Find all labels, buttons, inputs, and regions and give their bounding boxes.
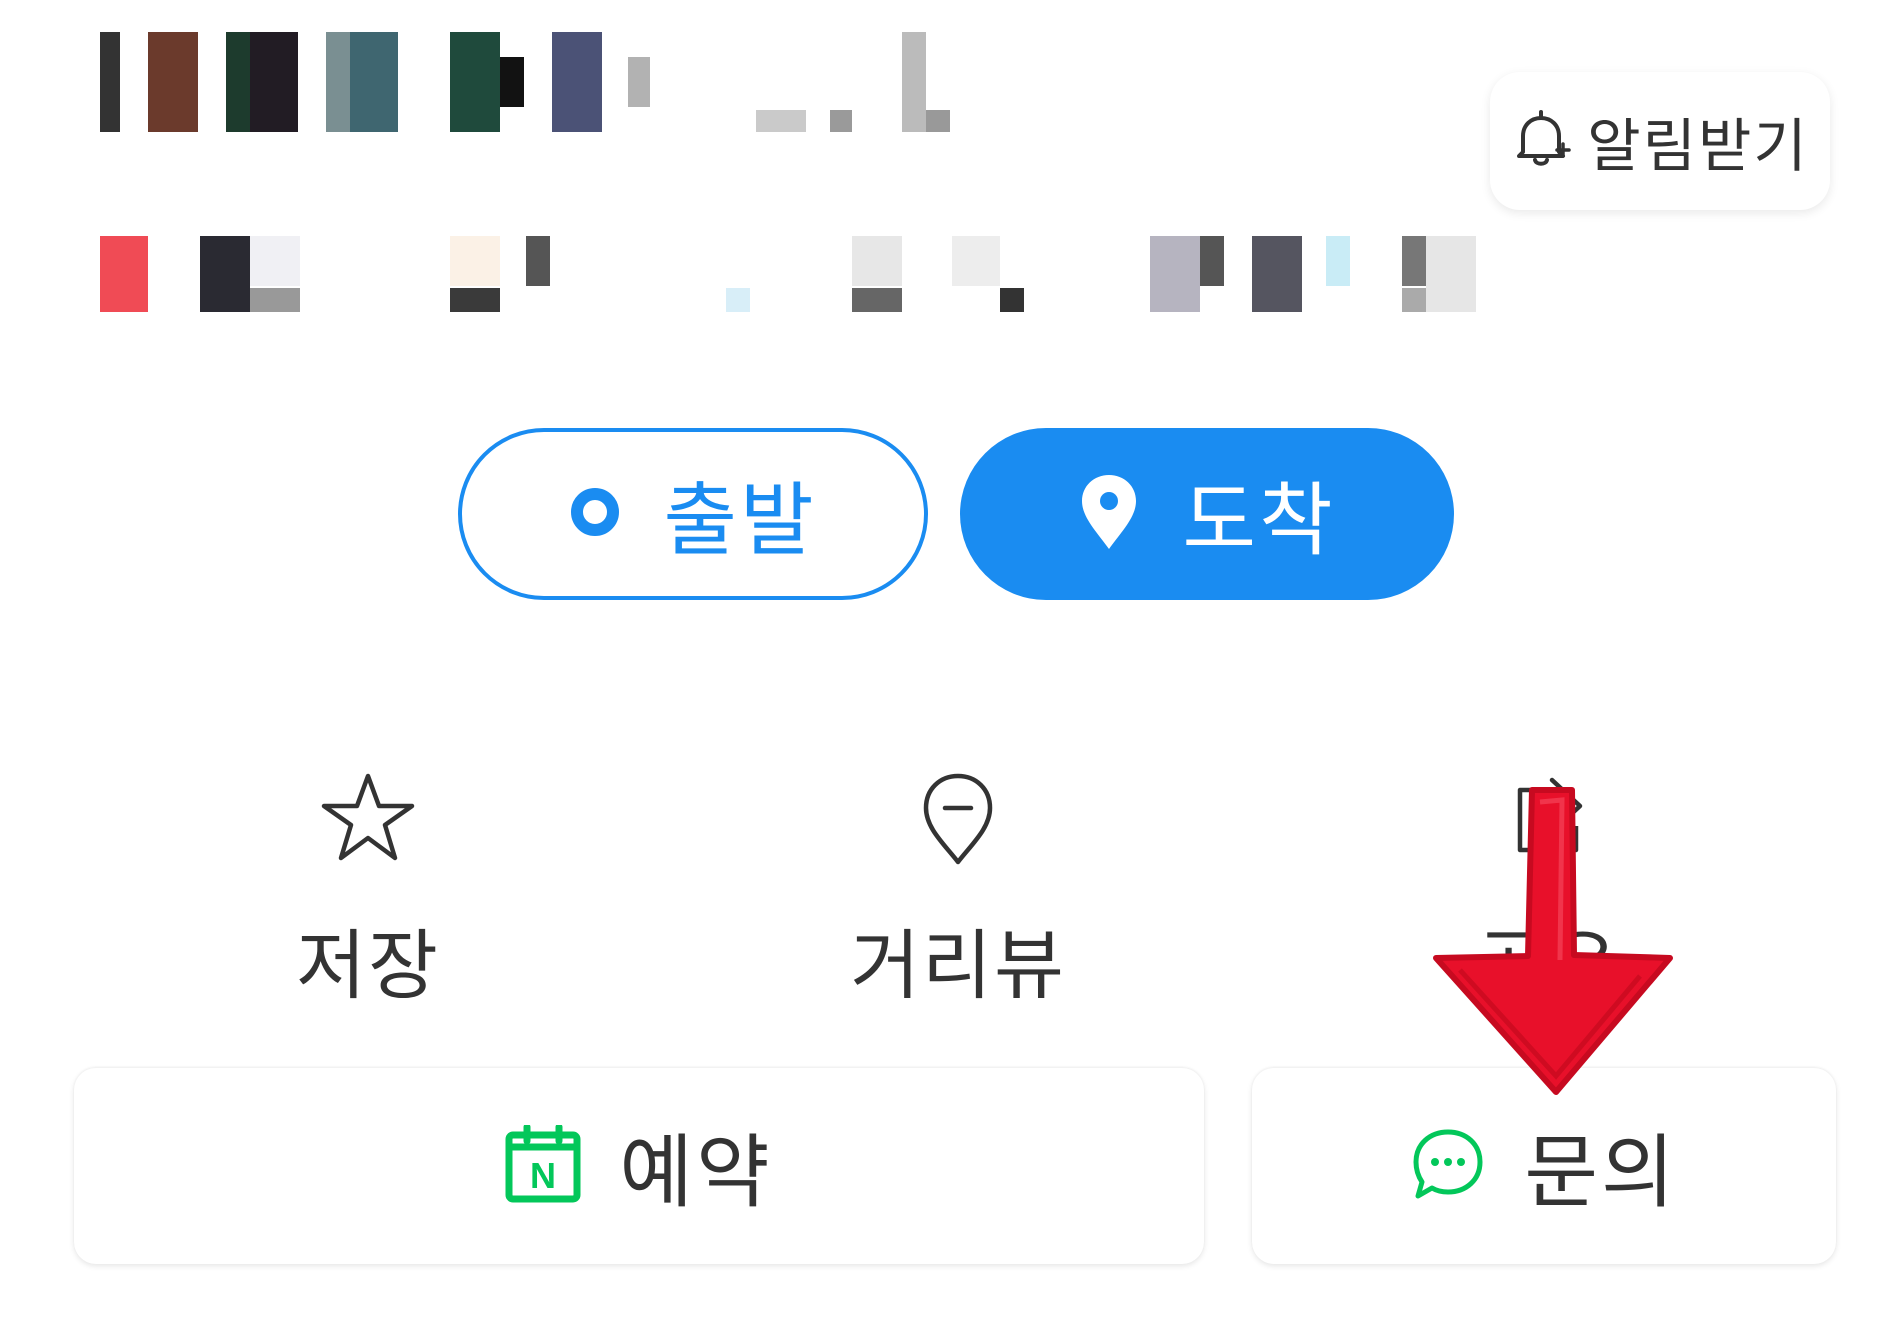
bell-icon bbox=[1511, 106, 1572, 176]
star-icon bbox=[320, 770, 416, 870]
street-view-button[interactable]: 거리뷰 bbox=[798, 770, 1118, 1010]
share-icon bbox=[1500, 770, 1596, 870]
share-label: 공유 bbox=[1476, 921, 1620, 1010]
route-start-label: 출발 bbox=[663, 474, 817, 567]
origin-dot-icon bbox=[569, 486, 621, 542]
route-start-button[interactable]: 출발 bbox=[458, 428, 928, 600]
route-end-button[interactable]: 도착 bbox=[960, 428, 1454, 600]
notify-label: 알림받기 bbox=[1587, 112, 1809, 180]
save-button[interactable]: 저장 bbox=[208, 770, 528, 1010]
share-button[interactable]: 공유 bbox=[1388, 770, 1708, 1010]
street-view-icon bbox=[918, 770, 998, 870]
inquiry-label: 문의 bbox=[1524, 1126, 1678, 1219]
booking-button[interactable]: N 예약 bbox=[74, 1068, 1204, 1264]
svg-text:N: N bbox=[530, 1155, 556, 1196]
street-view-label: 거리뷰 bbox=[850, 921, 1066, 1010]
route-end-label: 도착 bbox=[1182, 474, 1336, 567]
map-pin-icon bbox=[1078, 473, 1140, 555]
inquiry-button[interactable]: 문의 bbox=[1252, 1068, 1836, 1264]
naver-booking-icon: N bbox=[505, 1123, 581, 1207]
notify-button[interactable]: 알림받기 bbox=[1490, 72, 1830, 210]
save-label: 저장 bbox=[296, 921, 440, 1010]
chat-bubble-icon bbox=[1410, 1126, 1486, 1206]
booking-label: 예약 bbox=[619, 1126, 773, 1219]
